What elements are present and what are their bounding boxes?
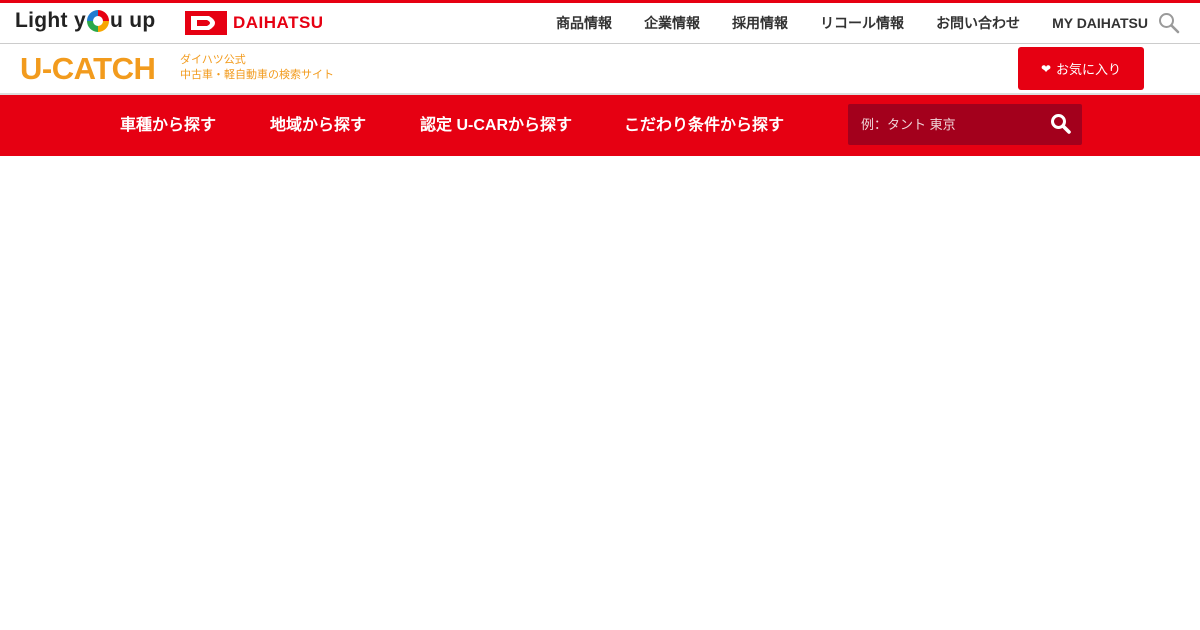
search-icon[interactable] <box>1158 12 1180 34</box>
nav-search-by-model[interactable]: 車種から探す <box>120 95 216 156</box>
nav-my-daihatsu[interactable]: MY DAIHATSU <box>1052 15 1148 31</box>
daihatsu-mark-icon <box>185 11 227 35</box>
global-header: Light y u up DAIHATSU 商品情報 企業情報 採用情報 リコー… <box>0 0 1200 44</box>
nav-contact[interactable]: お問い合わせ <box>936 13 1020 33</box>
search-icon[interactable] <box>1050 113 1072 135</box>
brand-name: DAIHATSU <box>233 13 324 32</box>
tagline-line-1: ダイハツ公式 <box>180 54 246 66</box>
favorites-button[interactable]: ❤ お気に入り <box>1018 47 1144 90</box>
site-tagline: ダイハツ公式 中古車・軽自動車の検索サイト <box>180 53 334 83</box>
favorites-label: お気に入り <box>1056 62 1122 77</box>
nav-search-by-conditions[interactable]: こだわり条件から探す <box>624 95 784 156</box>
light-you-up-logo[interactable]: Light y u up <box>15 9 155 33</box>
global-nav: 商品情報 企業情報 採用情報 リコール情報 お問い合わせ MY DAIHATSU <box>524 3 1148 43</box>
nav-corporate[interactable]: 企業情報 <box>644 13 700 33</box>
nav-recall[interactable]: リコール情報 <box>820 13 904 33</box>
nav-recruit[interactable]: 採用情報 <box>732 13 788 33</box>
page-content <box>0 156 1200 630</box>
search-category-nav: 車種から探す 地域から探す 認定 U-CARから探す こだわり条件から探す <box>0 95 1200 156</box>
logo-text-end: u up <box>109 9 156 32</box>
tagline-line-2: 中古車・軽自動車の検索サイト <box>180 69 334 81</box>
logo-text-start: Light y <box>15 9 86 32</box>
rainbow-o-icon <box>86 10 109 32</box>
search-input[interactable] <box>848 104 1048 145</box>
site-header: U-CATCH ダイハツ公式 中古車・軽自動車の検索サイト ❤ お気に入り <box>0 44 1200 95</box>
heart-icon: ❤ <box>1040 61 1052 76</box>
nav-search-by-area[interactable]: 地域から探す <box>270 95 366 156</box>
ucatch-logo[interactable]: U-CATCH <box>20 51 156 87</box>
nav-search-certified-ucar[interactable]: 認定 U-CARから探す <box>420 95 572 156</box>
daihatsu-logo[interactable]: DAIHATSU <box>185 11 324 35</box>
keyword-search <box>848 104 1082 145</box>
nav-products[interactable]: 商品情報 <box>556 13 612 33</box>
